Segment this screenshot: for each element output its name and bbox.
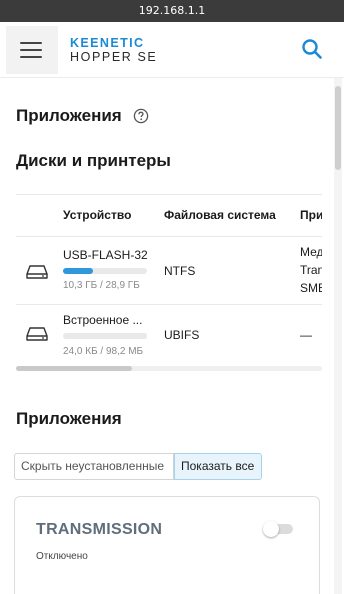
column-header-filesystem[interactable]: Файловая система <box>164 208 276 222</box>
help-button[interactable] <box>133 108 149 124</box>
toggle-knob <box>263 521 279 537</box>
menu-button[interactable] <box>6 26 58 74</box>
table-divider <box>16 304 322 305</box>
top-header: KEENETIC HOPPER SE <box>0 22 344 78</box>
drive-icon <box>26 265 48 279</box>
table-horizontal-scrollbar[interactable] <box>16 366 322 371</box>
url-text: 192.168.1.1 <box>138 4 206 17</box>
app-toggle-switch[interactable] <box>263 521 295 537</box>
page-title: Приложения <box>16 106 122 125</box>
device-name: USB-FLASH-32 <box>63 248 148 262</box>
keenetic-logo[interactable]: KEENETIC HOPPER SE <box>70 36 157 64</box>
app-name: TRANSMISSION <box>36 521 163 538</box>
device-filesystem: NTFS <box>164 264 196 278</box>
show-all-button[interactable]: Показать все <box>174 453 262 480</box>
disks-table[interactable]: Устройство Файловая система При USB-FLAS… <box>16 194 322 372</box>
drive-icon <box>26 327 48 341</box>
hamburger-icon <box>20 42 42 44</box>
column-header-device[interactable]: Устройство <box>63 208 131 222</box>
logo-brand: KEENETIC <box>70 36 145 50</box>
usage-bar <box>63 333 147 339</box>
device-apps-line: Мед <box>300 245 322 259</box>
device-apps-line: — <box>300 328 312 342</box>
hamburger-icon-line <box>20 49 42 51</box>
device-filesystem: UBIFS <box>164 328 200 342</box>
search-icon <box>302 39 322 59</box>
device-usage: 10,3 ГБ / 28,9 ГБ <box>63 280 140 291</box>
browser-address-bar[interactable]: 192.168.1.1 <box>0 0 344 22</box>
logo-model: HOPPER SE <box>70 50 158 64</box>
hide-uninstalled-button[interactable]: Скрыть неустановленные <box>14 453 174 480</box>
device-apps-line: Tran <box>300 263 322 277</box>
apps-section-title: Приложения <box>16 409 122 428</box>
device-name: Встроенное ... <box>63 313 143 327</box>
page-scrollbar-thumb[interactable] <box>335 86 341 170</box>
usage-bar <box>63 268 147 274</box>
table-divider <box>16 194 322 195</box>
column-header-apps[interactable]: При <box>300 208 322 222</box>
device-apps-line: SMB <box>300 281 322 295</box>
disks-section-title: Диски и принтеры <box>16 151 171 170</box>
search-button[interactable] <box>300 37 324 61</box>
app-status: Отключено <box>36 551 88 562</box>
device-usage: 24,0 КБ / 98,2 МБ <box>63 346 144 357</box>
app-card-transmission[interactable]: TRANSMISSION Отключено <box>14 496 320 594</box>
help-icon <box>133 108 149 124</box>
table-scrollbar-thumb[interactable] <box>16 366 132 371</box>
usage-bar-fill <box>63 268 94 274</box>
hamburger-icon-line <box>20 56 42 58</box>
table-divider <box>16 236 322 237</box>
